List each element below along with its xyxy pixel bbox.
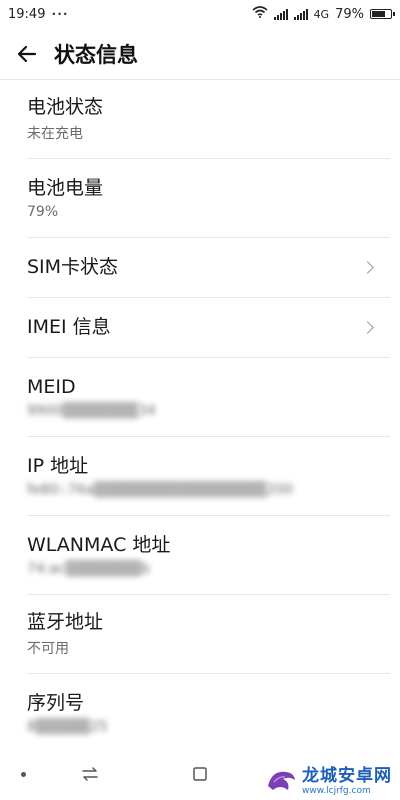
app-header: 状态信息: [0, 28, 400, 80]
battery-fill: [372, 11, 386, 17]
battery-icon: [370, 9, 395, 19]
row-battery-status[interactable]: 电池状态 未在充电: [0, 80, 400, 159]
row-wlan-mac[interactable]: WLANMAC 地址 74:ac▒▒▒▒▒▒▒b: [0, 516, 400, 595]
signal-icon-2: [293, 8, 308, 20]
row-subtitle: 未在充电: [27, 126, 83, 143]
watermark-text: 龙城安卓网 www.lcjrfg.com: [302, 761, 392, 796]
wifi-icon: [252, 6, 268, 22]
row-bluetooth-address[interactable]: 蓝牙地址 不可用: [0, 595, 400, 674]
row-title: 电池状态: [27, 95, 104, 118]
row-title: SIM卡状态: [27, 256, 119, 279]
row-title: IP 地址: [27, 454, 89, 477]
row-meid[interactable]: MEID 9900▒▒▒▒▒▒▒34: [0, 358, 400, 437]
row-title: 电池电量: [27, 176, 104, 199]
row-title: WLANMAC 地址: [27, 533, 171, 556]
status-time: 19:49: [8, 6, 46, 22]
status-left: 19:49 •••: [8, 7, 69, 22]
notification-dots: •••: [51, 9, 69, 19]
row-serial-number[interactable]: 序列号 8▒▒▒▒▒25: [0, 674, 400, 753]
nav-recents-button[interactable]: [182, 748, 218, 800]
row-title: 序列号: [27, 691, 85, 714]
nav-menu-button[interactable]: [10, 748, 36, 800]
nav-menu-icon: [20, 771, 26, 777]
row-subtitle: fe80::76a▒▒▒▒▒▒▒▒▒▒▒▒▒▒▒▒200: [27, 482, 294, 499]
row-imei-info[interactable]: IMEI 信息: [0, 298, 400, 358]
row-subtitle: 不可用: [27, 641, 69, 658]
status-bar: 19:49 ••• 4G 79%: [0, 0, 400, 28]
back-arrow-icon: [17, 45, 37, 62]
status-info-list: 电池状态 未在充电 电池电量 79% SIM卡状态 IMEI 信息 MEID 9…: [0, 80, 400, 753]
row-subtitle: 79%: [27, 204, 59, 221]
network-type: 4G: [313, 7, 330, 21]
nav-switch-button[interactable]: [72, 748, 108, 800]
page-title: 状态信息: [54, 42, 138, 67]
row-title: 蓝牙地址: [27, 610, 104, 633]
watermark: 龙城安卓网 www.lcjrfg.com: [264, 761, 392, 796]
row-subtitle: 9900▒▒▒▒▒▒▒34: [27, 403, 156, 420]
status-right: 4G 79%: [252, 6, 395, 22]
row-title: IMEI 信息: [27, 316, 111, 339]
row-subtitle: 8▒▒▒▒▒25: [27, 719, 108, 736]
navigation-bar: 龙城安卓网 www.lcjrfg.com: [0, 748, 400, 800]
back-button[interactable]: [0, 28, 54, 80]
nav-switch-icon: [82, 767, 98, 781]
row-subtitle: 74:ac▒▒▒▒▒▒▒b: [27, 561, 151, 578]
row-battery-level[interactable]: 电池电量 79%: [0, 159, 400, 238]
signal-icon: [273, 8, 288, 20]
battery-percent: 79%: [335, 6, 364, 22]
row-title: MEID: [27, 375, 76, 398]
nav-recents-icon: [193, 767, 207, 781]
watermark-url: www.lcjrfg.com: [302, 786, 371, 796]
watermark-name: 龙城安卓网: [302, 766, 392, 786]
dragon-logo-icon: [268, 771, 295, 790]
row-sim-status[interactable]: SIM卡状态: [0, 238, 400, 298]
row-ip-address[interactable]: IP 地址 fe80::76a▒▒▒▒▒▒▒▒▒▒▒▒▒▒▒▒200: [0, 437, 400, 516]
